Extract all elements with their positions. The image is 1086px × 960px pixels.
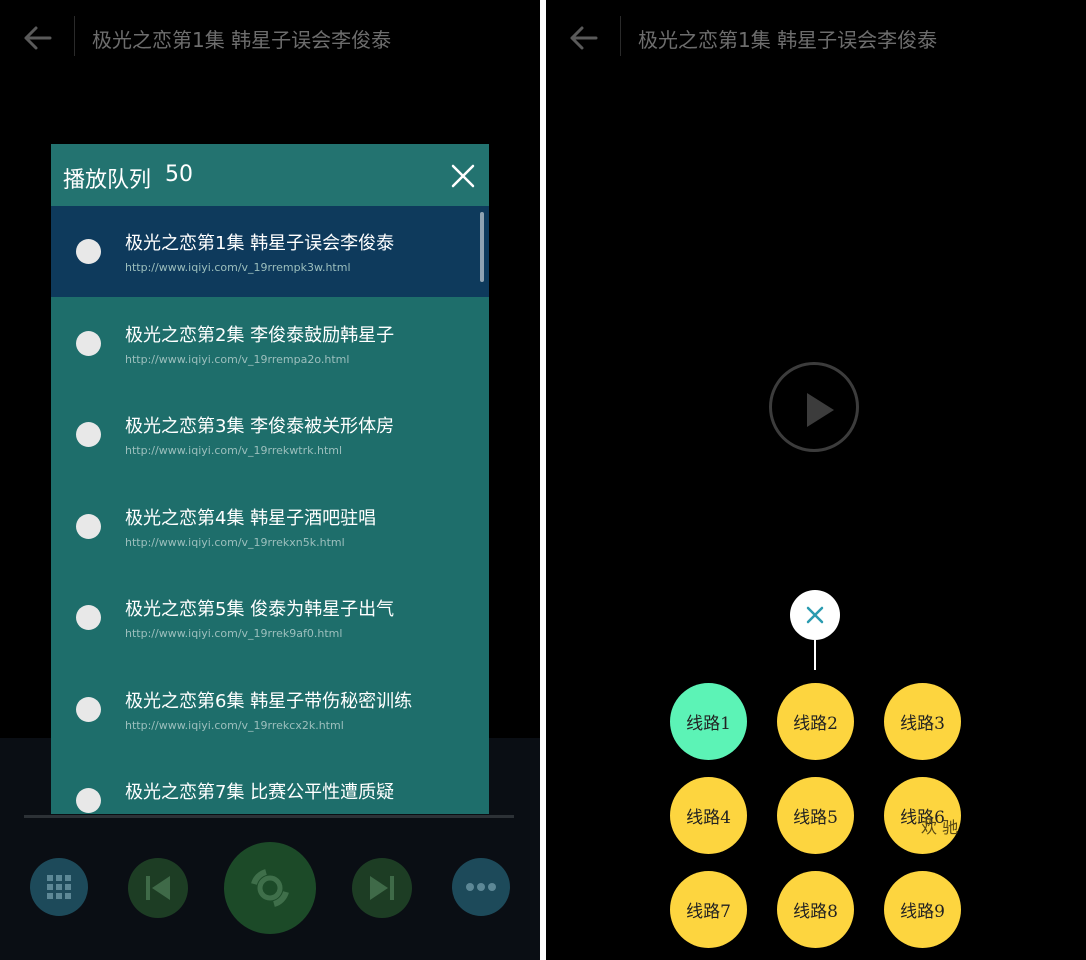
progress-bar[interactable]	[24, 815, 514, 818]
queue-item[interactable]: 极光之恋第5集 俊泰为韩星子出气 http://www.iqiyi.com/v_1…	[51, 572, 489, 663]
divider	[620, 16, 621, 56]
queue-item-url: http://www.iqiyi.com/v_19rrekxn5k.html	[125, 535, 345, 549]
queue-item[interactable]: 极光之恋第2集 李俊泰鼓励韩星子 http://www.iqiyi.com/v_1…	[51, 298, 489, 389]
queue-title: 播放队列	[63, 168, 152, 193]
grid-icon	[47, 875, 71, 899]
route-button-2[interactable]: 线路2	[777, 683, 854, 760]
video-title: 极光之恋第1集 韩星子误会李俊泰	[92, 28, 392, 52]
video-title: 极光之恋第1集 韩星子误会李俊泰	[638, 28, 938, 52]
scrollbar[interactable]	[480, 212, 484, 282]
back-button[interactable]	[18, 22, 56, 54]
right-screen: 极光之恋第1集 韩星子误会李俊泰 线路1 线路2 线路3 线路4 线路5 线路6 线路7 线路…	[546, 0, 1086, 960]
play-button[interactable]	[769, 362, 859, 452]
route-button-9[interactable]: 线路9	[884, 871, 961, 948]
top-bar: 极光之恋第1集 韩星子误会李俊泰	[0, 0, 540, 76]
close-icon	[451, 164, 475, 188]
queue-item-url: http://www.iqiyi.com/v_19rrempk3w.html	[125, 261, 351, 274]
radio-dot-icon[interactable]	[76, 422, 101, 447]
radio-dot-icon[interactable]	[76, 330, 101, 356]
queue-item-url: http://www.iqiyi.com/v_19rrekwtrk.html	[125, 444, 343, 457]
radio-dot-icon[interactable]	[76, 239, 101, 264]
play-queue-dialog: 播放队列 50 极光之恋第1集 韩星子误会李俊泰 http://www.iqiyi…	[51, 144, 489, 814]
next-button[interactable]	[352, 858, 412, 918]
close-icon	[806, 606, 824, 624]
queue-item-title: 极光之恋第2集 李俊泰鼓励韩星子	[125, 324, 395, 346]
top-bar: 极光之恋第1集 韩星子误会李俊泰	[546, 0, 1086, 76]
divider	[74, 16, 75, 56]
route-button-4[interactable]: 线路4	[670, 777, 747, 854]
back-button[interactable]	[564, 22, 602, 54]
queue-item-url: http://www.iqiyi.com/v_19rrek9af0.html	[125, 627, 343, 640]
previous-button[interactable]	[128, 858, 188, 918]
queue-item-title: 极光之恋第1集 韩星子误会李俊泰	[125, 233, 395, 254]
route-button-5[interactable]: 线路5	[777, 777, 854, 854]
radio-dot-icon[interactable]	[76, 788, 101, 813]
connector-line	[814, 640, 816, 670]
radio-dot-icon[interactable]	[76, 696, 101, 722]
route-button-7[interactable]: 线路7	[670, 871, 747, 948]
overlap-text: 欢 驰	[921, 818, 959, 837]
play-icon	[807, 393, 834, 427]
radio-dot-icon[interactable]	[76, 605, 101, 630]
close-routes-button[interactable]	[790, 590, 840, 640]
queue-count: 50	[165, 162, 193, 187]
more-button[interactable]	[452, 858, 510, 916]
route-button-8[interactable]: 线路8	[777, 871, 854, 948]
queue-item[interactable]: 极光之恋第4集 韩星子酒吧驻唱 http://www.iqiyi.com/v_19…	[51, 481, 489, 572]
queue-item-url: http://www.iqiyi.com/v_19rrempa2o.html	[125, 352, 350, 366]
queue-item-title: 极光之恋第3集 李俊泰被关形体房	[125, 416, 395, 437]
queue-item-title: 极光之恋第5集 俊泰为韩星子出气	[125, 599, 395, 620]
loading-disc-icon	[251, 869, 289, 907]
route-button-3[interactable]: 线路3	[884, 683, 961, 760]
arrow-left-icon	[24, 26, 52, 50]
arrow-left-icon	[570, 26, 598, 50]
skip-previous-icon	[146, 876, 170, 900]
close-queue-button[interactable]	[445, 158, 481, 194]
play-pause-button[interactable]	[224, 842, 316, 934]
radio-dot-icon[interactable]	[76, 513, 101, 539]
queue-item[interactable]: 极光之恋第1集 韩星子误会李俊泰 http://www.iqiyi.com/v_1…	[51, 206, 489, 297]
skip-next-icon	[370, 876, 394, 900]
queue-item-title: 极光之恋第4集 韩星子酒吧驻唱	[125, 507, 377, 529]
queue-item[interactable]: 极光之恋第6集 韩星子带伤秘密训练 http://www.iqiyi.com/v_…	[51, 664, 489, 755]
route-button-1[interactable]: 线路1	[670, 683, 747, 760]
queue-item[interactable]: 极光之恋第7集 比赛公平性遭质疑	[51, 755, 489, 814]
queue-item-title: 极光之恋第6集 韩星子带伤秘密训练	[125, 690, 413, 712]
more-dots-icon	[466, 883, 496, 891]
queue-item-title: 极光之恋第7集 比赛公平性遭质疑	[125, 782, 395, 803]
queue-item-url: http://www.iqiyi.com/v_19rrekcx2k.html	[125, 718, 344, 732]
queue-item[interactable]: 极光之恋第3集 李俊泰被关形体房 http://www.iqiyi.com/v_1…	[51, 389, 489, 480]
queue-header: 播放队列 50	[51, 144, 489, 206]
playlist-button[interactable]	[30, 858, 88, 916]
left-screen: 极光之恋第1集 韩星子误会李俊泰 ♡	[0, 0, 540, 960]
